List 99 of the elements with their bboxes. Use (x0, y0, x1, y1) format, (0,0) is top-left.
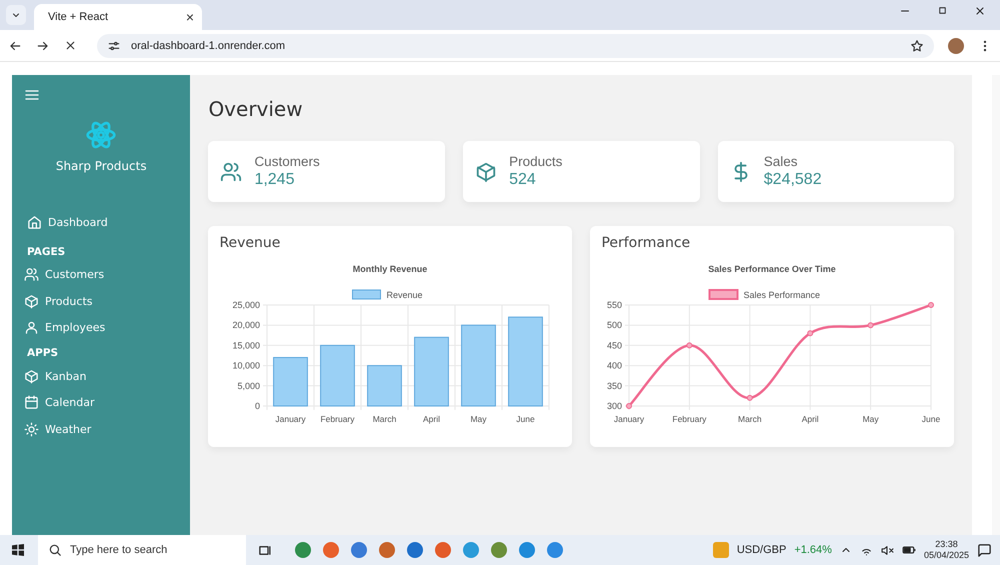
axis-label: 500 (607, 320, 622, 330)
app-icon[interactable] (351, 542, 367, 558)
close-icon[interactable] (974, 4, 986, 16)
tab-close-button[interactable]: × (186, 9, 194, 25)
data-point (928, 302, 934, 308)
axis-label: 10,000 (232, 360, 260, 371)
chart-title: Sales Performance Over Time (708, 264, 836, 274)
nav-link[interactable]: Calendar (24, 394, 190, 412)
notification-icon[interactable] (977, 542, 992, 558)
app-icon[interactable] (435, 542, 451, 558)
stat-label: Customers (254, 154, 320, 169)
sun-icon (24, 422, 39, 437)
app-icon[interactable] (491, 542, 507, 558)
app-icon[interactable] (323, 542, 339, 558)
app-icon[interactable] (295, 542, 311, 558)
bar (414, 336, 450, 406)
data-point (868, 322, 874, 328)
axis-label: February (320, 414, 355, 424)
app-icon[interactable] (519, 542, 535, 558)
speaker-icon[interactable] (880, 544, 894, 556)
windows-icon[interactable] (10, 542, 26, 558)
house-icon (27, 214, 42, 230)
axis-label: 5,000 (238, 380, 260, 391)
axis-label: March (373, 414, 397, 424)
axis-label: 350 (607, 380, 622, 391)
star-icon[interactable] (910, 38, 924, 52)
axis-label: June (922, 414, 941, 424)
legend-swatch (708, 289, 739, 300)
nav-link[interactable]: Kanban (24, 367, 190, 386)
stat-label: Sales (764, 154, 799, 169)
app-icon[interactable] (407, 542, 423, 558)
axis-label: May (863, 414, 880, 424)
nav-link[interactable]: Employees (24, 318, 190, 337)
profile-avatar[interactable] (948, 38, 964, 54)
axis-label: February (672, 414, 707, 424)
cube-icon (24, 294, 39, 309)
legend-label: Sales Performance (744, 290, 820, 300)
legend-swatch (352, 290, 382, 300)
search-icon (48, 543, 62, 557)
axis-label: April (802, 414, 820, 424)
clock-date: 05/04/2025 (924, 550, 969, 561)
people-icon (220, 160, 242, 182)
app-icon[interactable] (379, 542, 395, 558)
person-icon (24, 320, 39, 336)
maximize-icon[interactable] (937, 4, 948, 16)
axis-label: 0 (255, 401, 260, 411)
ticker-change: +1.64% (794, 544, 832, 556)
axis-label: 400 (607, 360, 622, 371)
ticker-symbol: USD/GBP (736, 544, 786, 556)
url-text: oral-dashboard-1.onrender.com (131, 40, 286, 52)
taskbar-search-field[interactable]: Type here to search (38, 535, 246, 565)
data-point (686, 342, 693, 348)
nav-link[interactable]: Weather (24, 420, 190, 438)
axis-label: May (470, 414, 487, 424)
app-icon[interactable] (547, 542, 563, 558)
clock-time: 23:38 (935, 539, 958, 550)
atom-icon (85, 119, 118, 151)
address-bar[interactable]: oral-dashboard-1.onrender.com (97, 34, 934, 58)
axis-label: January (614, 414, 645, 424)
nav-link[interactable]: Products (24, 292, 190, 310)
card-title: Performance (601, 235, 692, 251)
legend-label: Revenue (386, 290, 423, 300)
cube-icon (475, 160, 498, 182)
bar (320, 344, 356, 406)
stat-value: $24,582 (764, 171, 822, 189)
card-title: Revenue (219, 235, 282, 251)
app-icon[interactable] (463, 542, 479, 558)
section-heading: PAGES (26, 246, 66, 258)
tab-title: Vite + React (48, 11, 110, 23)
axis-label: 300 (607, 401, 622, 411)
stat-label: Products (509, 154, 562, 169)
bar (368, 365, 402, 406)
axis-label: 15,000 (232, 340, 260, 350)
axis-label: January (276, 414, 306, 424)
stat-value: 1,245 (254, 171, 296, 189)
axis-label: 550 (607, 300, 622, 310)
data-point (626, 403, 632, 409)
nav-link[interactable]: Dashboard (24, 213, 190, 232)
axis-label: March (738, 414, 762, 424)
axis-label: April (423, 414, 440, 424)
data-point (808, 330, 814, 336)
section-heading: APPS (26, 347, 60, 359)
bar (274, 357, 308, 406)
axis-label: 450 (607, 340, 622, 350)
page-title: Overview (208, 97, 304, 121)
data-point (747, 394, 754, 401)
axis-label: 20,000 (232, 320, 260, 330)
calendar-icon (24, 395, 39, 410)
chart-title: Monthly Revenue (353, 264, 428, 274)
nav-link[interactable]: Customers (24, 266, 190, 284)
brand-name: Sharp Products (56, 159, 147, 173)
browser-tab[interactable]: Vite + React × (34, 4, 202, 30)
people-icon (24, 267, 39, 282)
stat-value: 524 (509, 171, 537, 189)
tab-list-button[interactable] (6, 5, 26, 25)
cube-icon (24, 368, 39, 384)
axis-label: June (516, 414, 536, 424)
stop-icon[interactable] (64, 39, 77, 52)
axis-label: 25,000 (232, 300, 260, 310)
